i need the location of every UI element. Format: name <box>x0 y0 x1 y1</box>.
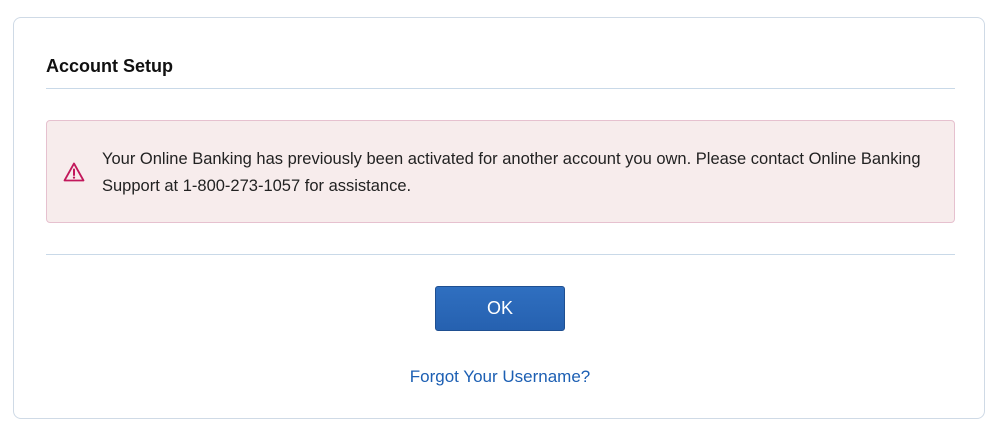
error-alert: Your Online Banking has previously been … <box>46 120 955 223</box>
account-setup-card: Account Setup Your Online Banking has pr… <box>13 17 985 419</box>
actions-divider <box>46 254 955 255</box>
forgot-username-container: Forgot Your Username? <box>14 366 986 388</box>
title-divider <box>46 88 955 89</box>
warning-triangle-icon <box>63 162 85 182</box>
ok-button[interactable]: OK <box>435 286 565 331</box>
forgot-username-link[interactable]: Forgot Your Username? <box>410 367 591 386</box>
dialog-title: Account Setup <box>46 56 174 76</box>
alert-message: Your Online Banking has previously been … <box>102 150 921 195</box>
